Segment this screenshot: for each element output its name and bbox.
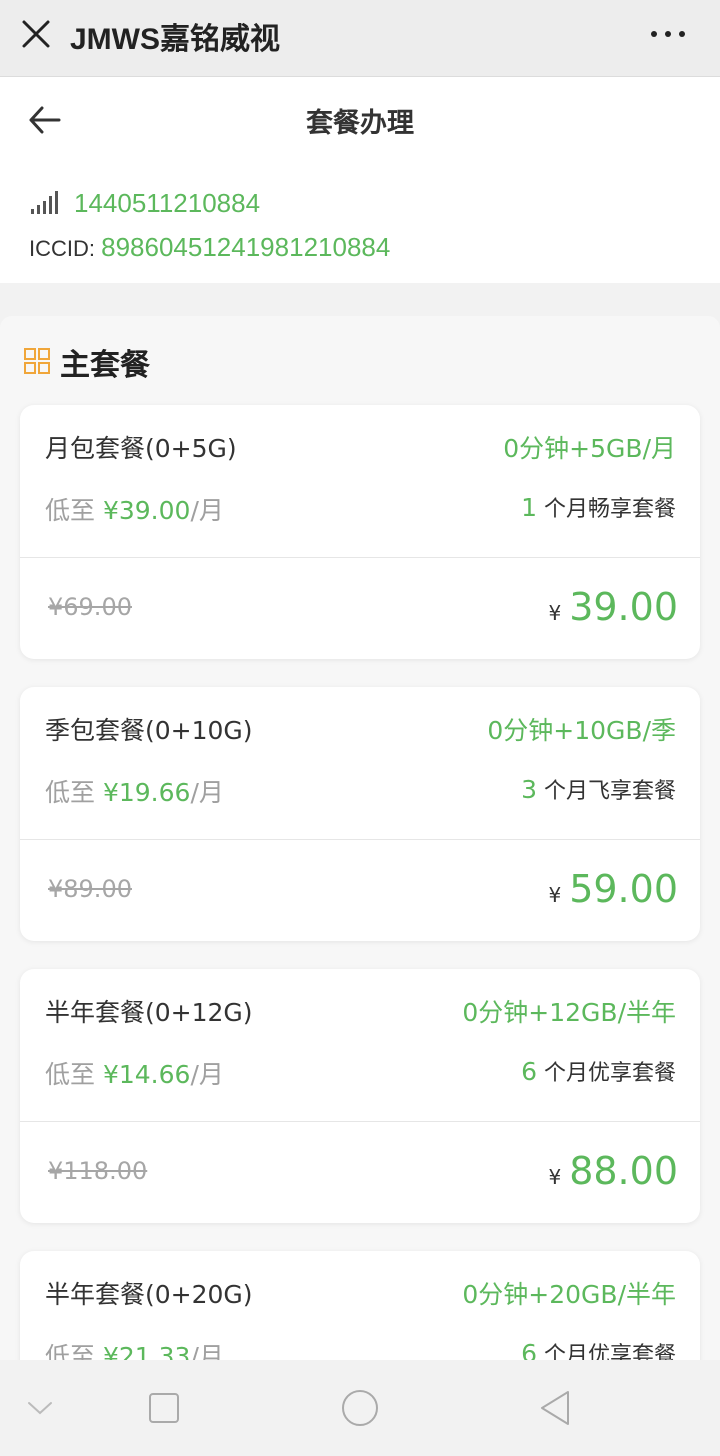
page-title: 套餐办理 [306, 108, 414, 139]
low-price-value: ¥39.00 [102, 496, 191, 525]
close-icon[interactable] [20, 18, 52, 50]
low-suffix: /月 [190, 1342, 224, 1360]
system-nav-bar [0, 1360, 720, 1456]
duration-text: 个月畅享套餐 [537, 497, 676, 522]
section-title: 主套餐 [60, 348, 150, 383]
plan-spec: 0分钟+20GB/半年 [462, 1280, 676, 1309]
plan-low-price: 低至 ¥39.00/月 [45, 491, 224, 527]
plan-price: ¥59.00 [548, 867, 678, 911]
iccid-label: ICCID: [29, 236, 102, 261]
app-title: JMWS嘉铭威视 [70, 23, 280, 56]
duration-months: 1 [521, 493, 537, 522]
low-prefix: 低至 [45, 1342, 103, 1360]
low-prefix: 低至 [45, 496, 103, 525]
low-price-value: ¥21.33 [102, 1342, 191, 1360]
plan-name: 半年套餐(0+20G) [45, 1280, 253, 1309]
plan-low-price: 低至 ¥21.33/月 [45, 1337, 224, 1360]
low-prefix: 低至 [45, 1060, 103, 1089]
low-suffix: /月 [190, 1060, 224, 1089]
plan-low-price: 低至 ¥14.66/月 [45, 1055, 224, 1091]
duration-text: 个月优享套餐 [537, 1343, 676, 1360]
price-value: 39.00 [569, 585, 678, 629]
duration-months: 6 [521, 1057, 537, 1086]
divider [20, 1121, 700, 1122]
iccid-row: ICCID: 89860451241981210884 [29, 232, 390, 263]
plan-price: ¥39.00 [548, 585, 678, 629]
plan-spec: 0分钟+5GB/月 [503, 434, 676, 463]
divider [20, 557, 700, 558]
plan-duration: 3 个月飞享套餐 [521, 773, 676, 805]
msisdn-value: 1440511210884 [74, 188, 261, 218]
page-header: 套餐办理 1440511210884 ICCID: 89860451241981… [0, 77, 720, 283]
plan-duration: 1 个月畅享套餐 [521, 491, 676, 523]
plan-spec: 0分钟+12GB/半年 [462, 998, 676, 1027]
divider [20, 839, 700, 840]
price-value: 88.00 [569, 1149, 678, 1193]
grid-icon [24, 348, 50, 374]
nav-circle-icon[interactable] [341, 1389, 379, 1427]
iccid-value: 89860451241981210884 [101, 232, 391, 262]
plan-low-price: 低至 ¥19.66/月 [45, 773, 224, 809]
more-icon[interactable] [648, 22, 688, 46]
plan-spec: 0分钟+10GB/季 [487, 716, 676, 745]
signal-icon [31, 191, 58, 214]
low-suffix: /月 [190, 496, 224, 525]
currency-symbol: ¥ [548, 601, 562, 625]
duration-text: 个月飞享套餐 [537, 779, 676, 804]
price-value: 59.00 [569, 867, 678, 911]
plan-card[interactable]: 月包套餐(0+5G) 0分钟+5GB/月 低至 ¥39.00/月 1 个月畅享套… [20, 405, 700, 659]
plan-card[interactable]: 半年套餐(0+12G) 0分钟+12GB/半年 低至 ¥14.66/月 6 个月… [20, 969, 700, 1223]
currency-symbol: ¥ [548, 1165, 562, 1189]
low-price-value: ¥19.66 [102, 778, 191, 807]
original-price: ¥69.00 [48, 593, 132, 621]
original-price: ¥89.00 [48, 875, 132, 903]
low-prefix: 低至 [45, 778, 103, 807]
duration-text: 个月优享套餐 [537, 1061, 676, 1086]
nav-back-icon[interactable] [538, 1390, 572, 1426]
low-suffix: /月 [190, 778, 224, 807]
plan-duration: 6 个月优享套餐 [521, 1337, 676, 1360]
nav-home-icon[interactable] [148, 1392, 180, 1424]
plan-card[interactable]: 半年套餐(0+20G) 0分钟+20GB/半年 低至 ¥21.33/月 6 个月… [20, 1251, 700, 1360]
original-price: ¥118.00 [48, 1157, 148, 1185]
main-plan-section: 主套餐 月包套餐(0+5G) 0分钟+5GB/月 低至 ¥39.00/月 1 个… [0, 316, 720, 1360]
currency-symbol: ¥ [548, 883, 562, 907]
plan-name: 月包套餐(0+5G) [45, 434, 237, 463]
duration-months: 3 [521, 775, 537, 804]
duration-months: 6 [521, 1339, 537, 1360]
app-bar: JMWS嘉铭威视 [0, 0, 720, 77]
plan-name: 半年套餐(0+12G) [45, 998, 253, 1027]
plan-price: ¥88.00 [548, 1149, 678, 1193]
plan-name: 季包套餐(0+10G) [45, 716, 253, 745]
nav-down-icon[interactable] [27, 1400, 53, 1416]
plan-card[interactable]: 季包套餐(0+10G) 0分钟+10GB/季 低至 ¥19.66/月 3 个月飞… [20, 687, 700, 941]
low-price-value: ¥14.66 [102, 1060, 191, 1089]
plan-duration: 6 个月优享套餐 [521, 1055, 676, 1087]
